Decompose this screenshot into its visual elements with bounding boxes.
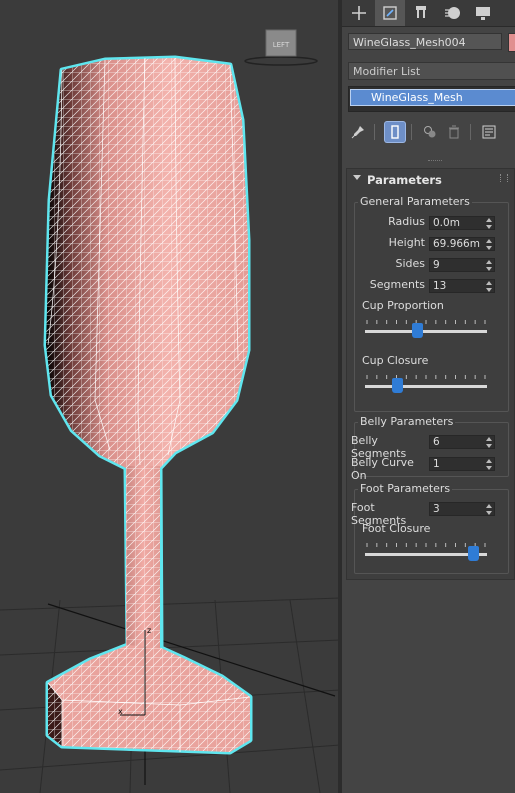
trash-icon: [449, 125, 459, 139]
radius-value: 0.0m: [433, 217, 460, 229]
spinner-arrows-icon[interactable]: [486, 218, 492, 229]
segments-spinner[interactable]: 13: [429, 279, 495, 293]
sides-spinner[interactable]: 9: [429, 258, 495, 272]
modify-icon: [383, 6, 397, 20]
cup-closure-slider[interactable]: [365, 370, 487, 393]
modifier-list-dropdown[interactable]: Modifier List: [348, 62, 515, 80]
belly-curve-label: Belly Curve On: [351, 456, 414, 482]
viewport-canvas[interactable]: LEFT z x: [0, 0, 340, 793]
command-panel-tabs: [342, 0, 515, 27]
pin-stack-button[interactable]: [348, 122, 368, 142]
object-name-field[interactable]: WineGlass_Mesh004: [348, 33, 502, 50]
configure-icon: [482, 125, 496, 139]
viewport[interactable]: LEFT z x: [0, 0, 340, 793]
segments-value: 13: [433, 280, 447, 292]
cup-proportion-slider[interactable]: [365, 315, 487, 338]
foot-segments-spinner[interactable]: 3: [429, 502, 495, 516]
foot-segments-value: 3: [433, 503, 440, 515]
hierarchy-icon: [416, 6, 426, 18]
general-parameters-label: General Parameters: [358, 195, 472, 208]
radius-label: Radius: [388, 215, 425, 228]
cup-proportion-label: Cup Proportion: [362, 299, 444, 312]
height-spinner[interactable]: 69.966m: [429, 237, 495, 251]
belly-segments-spinner[interactable]: 6: [429, 435, 495, 449]
sides-label: Sides: [395, 257, 425, 270]
show-end-result-button[interactable]: [385, 122, 405, 142]
foot-parameters-group: Foot Parameters Foot Segments 3 Foot Clo…: [351, 482, 509, 574]
spinner-arrows-icon[interactable]: [486, 239, 492, 250]
spinner-arrows-icon[interactable]: [486, 281, 492, 292]
motion-tab[interactable]: [437, 0, 467, 26]
height-value: 69.966m: [433, 238, 480, 250]
svg-text:z: z: [147, 626, 151, 635]
hierarchy-tab[interactable]: [406, 0, 436, 26]
motion-icon: [445, 7, 460, 19]
cup-closure-label: Cup Closure: [362, 354, 429, 367]
view-cube-icon: LEFT: [244, 29, 318, 66]
modifier-stack-toolbar: [342, 120, 515, 144]
command-panel: WineGlass_Mesh004 Modifier List WineGlas…: [342, 0, 515, 793]
modifier-list-label: Modifier List: [353, 65, 421, 78]
height-label: Height: [388, 236, 425, 249]
view-cube-label: LEFT: [273, 41, 290, 49]
display-icon: [476, 7, 490, 20]
belly-parameters-group: Belly Parameters Belly Segments 6 Belly …: [351, 415, 509, 482]
spinner-arrows-icon[interactable]: [486, 504, 492, 515]
spinner-arrows-icon[interactable]: [486, 459, 492, 470]
svg-text:x: x: [118, 707, 123, 716]
wine-glass-mesh: z x: [43, 55, 253, 755]
object-color-swatch[interactable]: [508, 33, 515, 52]
slider-thumb[interactable]: [391, 378, 403, 393]
modifier-stack[interactable]: WineGlass_Mesh: [348, 86, 515, 112]
create-tab[interactable]: [344, 0, 374, 26]
remove-modifier-button[interactable]: [444, 122, 464, 142]
rollout-collapse-arrow-icon[interactable]: [353, 175, 361, 180]
display-tab[interactable]: [468, 0, 498, 26]
spinner-arrows-icon[interactable]: [486, 437, 492, 448]
parameters-rollout-title[interactable]: Parameters: [367, 173, 442, 187]
foot-closure-label: Foot Closure: [362, 522, 431, 535]
belly-curve-value: 1: [433, 458, 440, 470]
belly-parameters-label: Belly Parameters: [358, 415, 456, 428]
show-end-result-icon: [391, 125, 399, 139]
slider-thumb[interactable]: [468, 546, 480, 561]
make-unique-icon: [424, 126, 436, 138]
plus-icon: [352, 6, 366, 20]
make-unique-button[interactable]: [420, 122, 440, 142]
sides-value: 9: [433, 259, 440, 271]
belly-curve-spinner[interactable]: 1: [429, 457, 495, 471]
slider-thumb[interactable]: [411, 323, 423, 338]
parameters-rollout: Parameters General Parameters Radius 0.0…: [346, 168, 515, 580]
segments-label: Segments: [369, 278, 425, 291]
radius-spinner[interactable]: 0.0m: [429, 216, 495, 230]
configure-modifier-sets-button[interactable]: [479, 122, 499, 142]
modify-tab[interactable]: [375, 0, 405, 26]
spinner-arrows-icon[interactable]: [486, 260, 492, 271]
foot-closure-slider[interactable]: [365, 538, 487, 561]
modifier-stack-item[interactable]: WineGlass_Mesh: [350, 89, 515, 106]
panel-splitter-grip[interactable]: [428, 160, 442, 164]
general-parameters-group: General Parameters Radius 0.0m Height 69…: [354, 195, 509, 412]
foot-parameters-label: Foot Parameters: [358, 482, 453, 495]
pin-icon: [351, 126, 364, 139]
belly-segments-value: 6: [433, 436, 440, 448]
rollout-drag-handle-icon[interactable]: [500, 174, 508, 182]
